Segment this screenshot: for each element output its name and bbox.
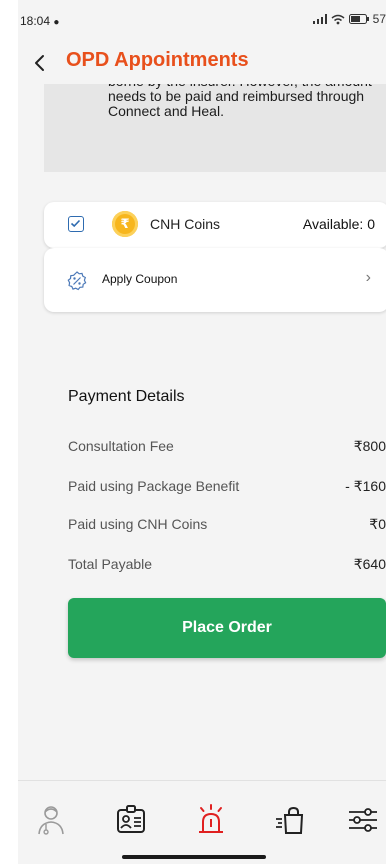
bottom-nav [18,780,386,864]
signal-icon [312,14,327,24]
payment-row-amount: ₹640 [353,556,386,572]
battery-level: 57 [372,12,386,26]
app-screen: 18:04 ● 57 OPD Appointments needs to be … [18,0,386,864]
check-icon [70,219,81,228]
payment-row: Consultation Fee ₹800 [68,438,386,454]
place-order-button[interactable]: Place Order [68,598,386,658]
payment-row-label: Total Payable [68,556,153,572]
payment-row-amount: ₹800 [353,438,386,454]
payment-row-amount: - ₹160 [345,478,386,494]
coupon-icon [67,271,87,291]
checkout-content[interactable]: borne by the insurer. However, the amoun… [18,84,386,780]
payment-details-title: Payment Details [68,388,185,405]
insurance-notice: borne by the insurer. However, the amoun… [44,84,386,172]
notice-text: borne by the insurer. However, the amoun… [108,84,372,119]
apply-coupon-card[interactable]: Apply Coupon › [44,248,386,312]
payment-row-total: Total Payable ₹640 [68,556,386,572]
coins-label: CNH Coins [150,216,221,232]
status-icons: 57 [312,12,386,26]
app-header: OPD Appointments [18,44,386,84]
payment-row-label: Paid using CNH Coins [68,516,208,532]
coin-icon: ₹ [112,211,138,237]
coins-checkbox[interactable] [68,216,84,232]
settings-sliders-icon[interactable] [346,803,380,837]
shopping-bag-icon[interactable] [274,803,308,837]
payment-row-label: Consultation Fee [68,438,174,454]
page-title: OPD Appointments [66,49,249,71]
chevron-right-icon: › [365,269,371,286]
doctor-icon[interactable] [34,803,68,837]
id-card-icon[interactable] [114,803,148,837]
emergency-alarm-icon[interactable] [194,803,228,837]
coins-available: Available: 0 [302,216,375,232]
status-time-text: 18:04 [20,14,51,28]
notification-icon: ● [53,17,60,28]
payment-row-label: Paid using Package Benefit [68,478,240,494]
battery-icon [348,14,369,24]
back-button[interactable] [30,51,50,75]
status-time: 18:04 ● [20,14,59,28]
wifi-icon [331,14,345,24]
payment-row: Paid using Package Benefit - ₹160 [68,478,386,494]
status-bar: 18:04 ● 57 [18,0,386,40]
payment-row: Paid using CNH Coins ₹0 [68,516,386,532]
home-indicator [122,855,266,859]
cnh-coins-card[interactable]: ₹ CNH Coins Available: 0 [44,202,386,248]
coupon-label: Apply Coupon [102,272,178,286]
payment-row-amount: ₹0 [369,516,386,532]
